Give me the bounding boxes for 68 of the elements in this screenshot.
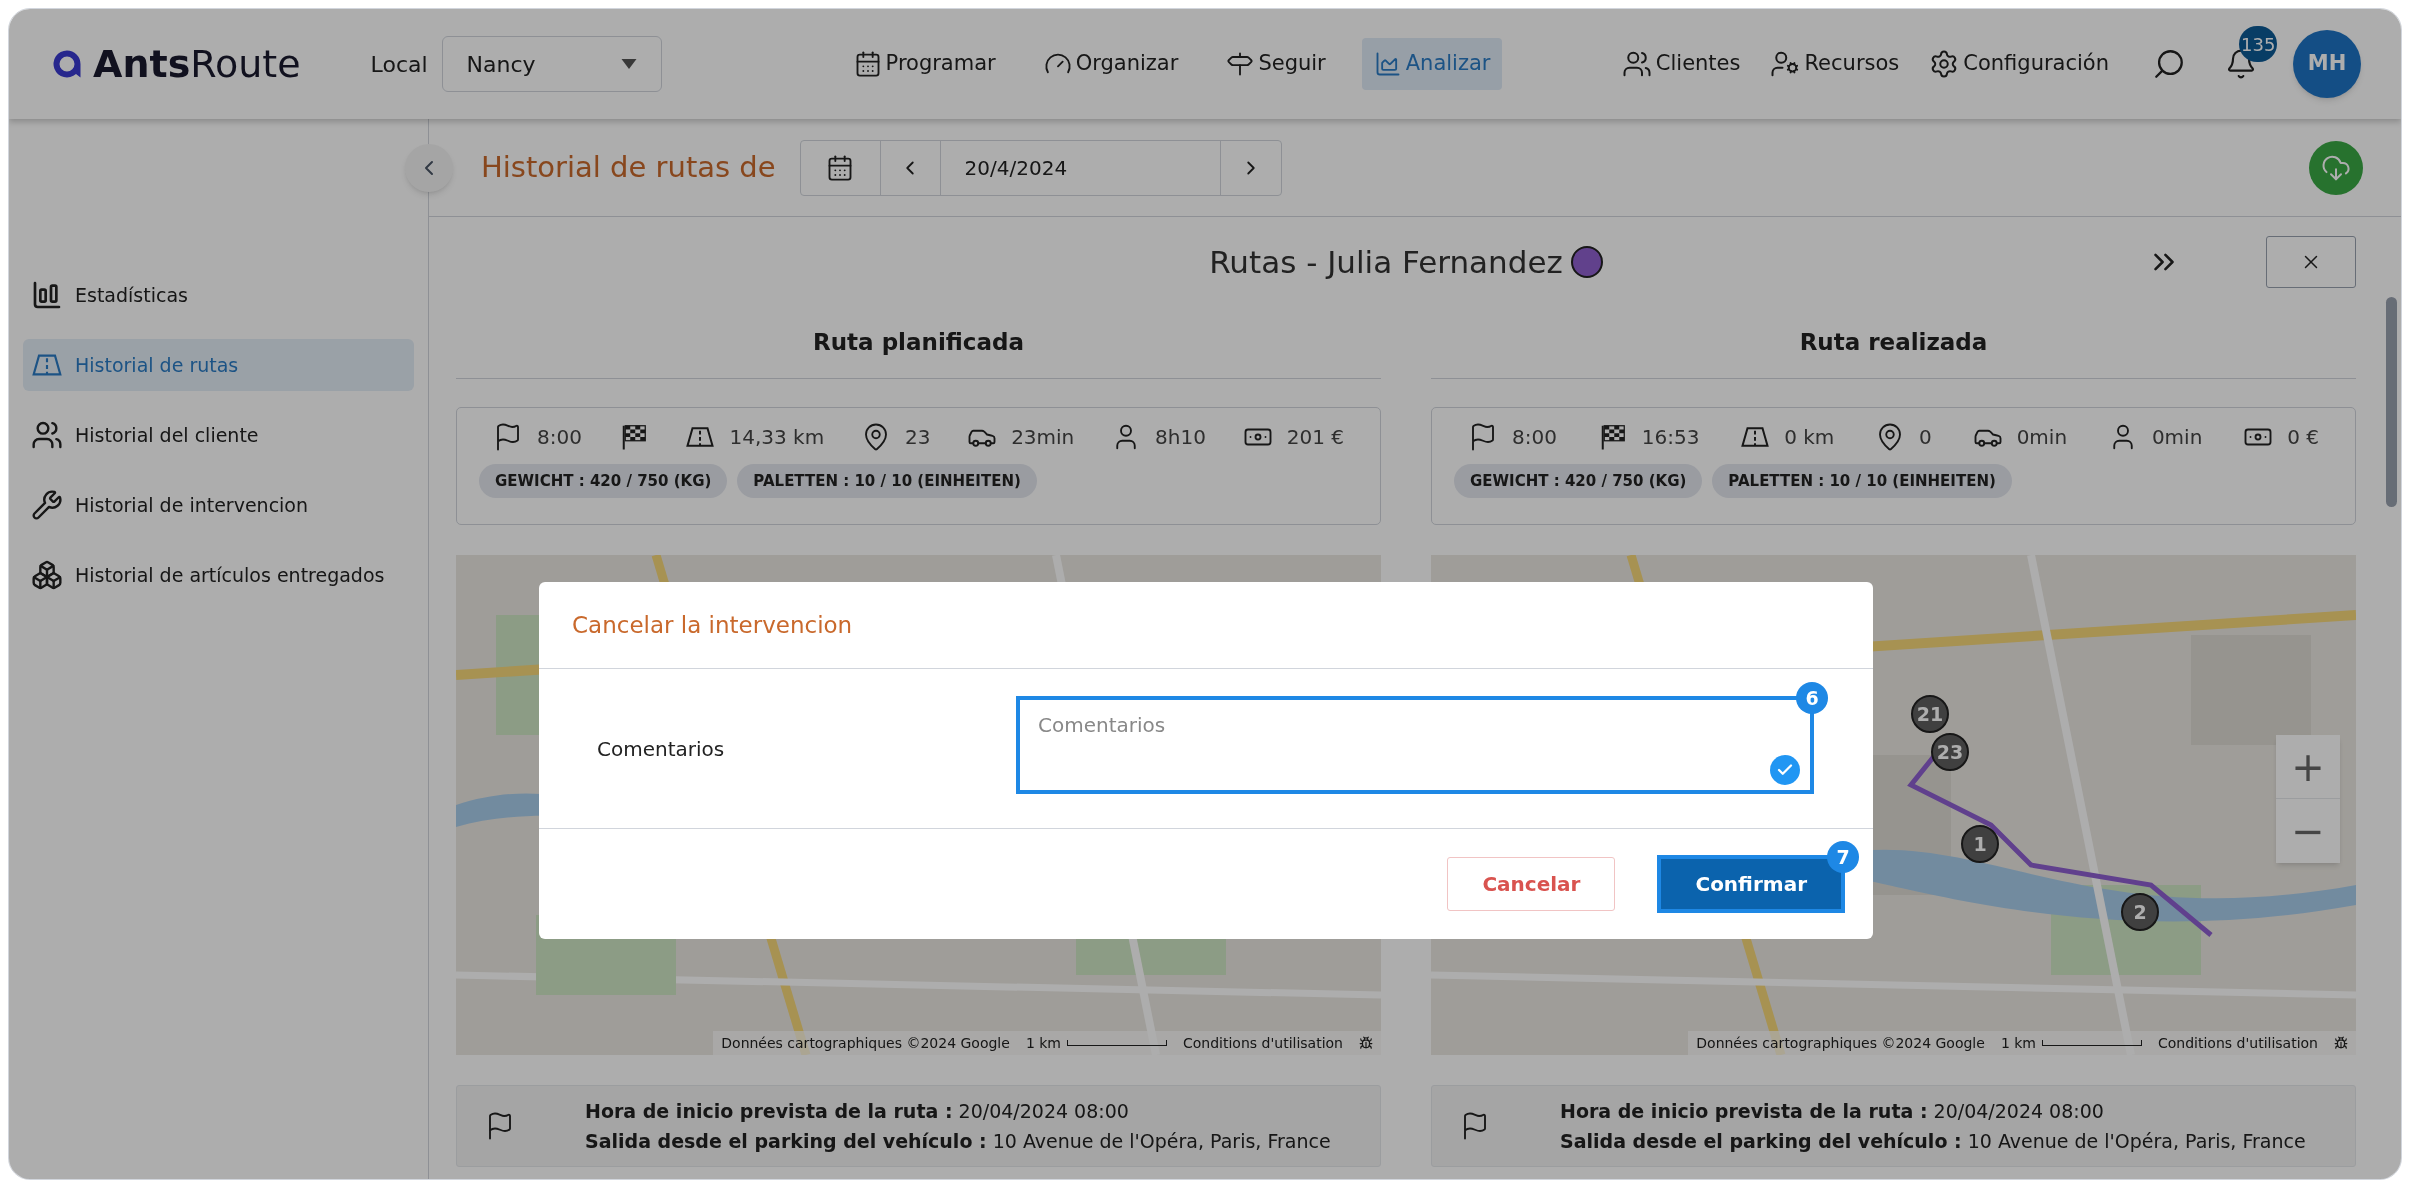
capacity-tag: PALETTEN : 10 / 10 (EINHEITEN) [737,464,1037,498]
local-dropdown[interactable]: Nancy [441,36,662,92]
users-icon [31,419,63,451]
map-data-credit: Données cartographiques ©2024 Google [1696,1033,1985,1053]
map-terms-link[interactable]: Conditions d'utilisation [1183,1032,1343,1054]
start-info-line: Salida desde el parking del vehículo : 10 Avenue de l'Opéra, Paris, France [1560,1129,2306,1154]
route-title: Rutas - Julia Fernandez [1209,242,1563,282]
bar-chart-icon [31,279,63,311]
sidebar-item[interactable]: Estadísticas [23,269,414,321]
avatar[interactable]: MH [2293,30,2361,98]
stat-value: 0 [1919,424,1932,451]
sidebar-item[interactable]: Historial de artículos entregados [23,549,414,601]
zoom-in-button[interactable]: + [2276,735,2340,799]
wrench-icon [31,489,63,521]
bug-icon[interactable] [2334,1036,2348,1050]
download-button[interactable] [2309,140,2363,195]
users-icon [1621,49,1652,79]
zoom-out-button[interactable]: − [2276,799,2340,863]
stat-value: 8:00 [537,424,582,451]
stat-value: 16:53 [1641,424,1700,451]
start-info-line: Hora de inicio prevista de la ruta : 20/04/2024 08:00 [1560,1099,2105,1124]
step-badge: 7 [1827,841,1859,873]
map-scale: 1 km [1025,1032,1167,1054]
stat-value: 8h10 [1155,424,1206,451]
cancel-button[interactable]: Cancelar [1447,857,1616,911]
capacity-tag: PALETTEN : 10 / 10 (EINHEITEN) [1712,464,2012,498]
stat-value: 0min [2016,424,2068,451]
dialog-title: Cancelar la intervencion [572,610,853,640]
nav-tab[interactable]: Organizar [1031,38,1191,90]
map-terms-link[interactable]: Conditions d'utilisation [2158,1032,2318,1054]
check-icon [1770,755,1800,785]
capacity-tag: GEWICHT : 420 / 750 (KG) [1454,464,1703,498]
sidebar-item[interactable]: Historial de intervencion [23,479,414,531]
column-heading: Ruta planificada [813,328,1024,358]
map-scale: 1 km [2000,1032,2142,1054]
nav-link[interactable]: Clientes [1621,48,1741,80]
stat-value: 0min [2151,424,2203,451]
stat-value: 201 € [1286,424,1344,451]
logo[interactable]: AntsRoute [49,35,301,93]
stat-value: 14,33 km [729,424,825,451]
column-heading: Ruta realizada [1799,328,1988,358]
nav-link[interactable]: Configuración [1929,48,2109,80]
sidebar-item[interactable]: Historial del cliente [23,409,414,461]
start-info-line: Salida desde el parking del vehículo : 10 Avenue de l'Opéra, Paris, France [585,1129,1331,1154]
capacity-tag: GEWICHT : 420 / 750 (KG) [479,464,728,498]
bug-icon[interactable] [1359,1036,1373,1050]
field-label: Comentarios [596,735,726,763]
nav-tab[interactable]: Programar [841,38,1008,90]
search-icon [2152,47,2186,81]
nav-tab[interactable]: Seguir [1214,38,1338,90]
user-gear-icon [1770,49,1801,79]
start-info-line: Hora de inicio prevista de la ruta : 20/04/2024 08:00 [585,1099,1130,1124]
stat-value: 23min [1011,424,1075,451]
nav-link[interactable]: Recursos [1770,48,1900,80]
step-badge: 6 [1796,682,1828,714]
caret-icon [620,59,637,69]
scrollbar[interactable] [2386,297,2397,507]
stat-value: 23 [904,424,931,451]
stat-value: 0 € [2287,424,2319,451]
boxes-icon [31,559,63,591]
local-label: Local [370,50,428,79]
stat-value: 0 km [1784,424,1835,451]
notification-badge: 135 [2239,26,2278,62]
map-data-credit: Données cartographiques ©2024 Google [721,1033,1010,1053]
date-field[interactable]: 20/4/2024 [940,140,1221,195]
page-title: Historial de rutas de [481,148,776,186]
stat-value: 8:00 [1512,424,1557,451]
signpost-icon [1226,50,1255,78]
